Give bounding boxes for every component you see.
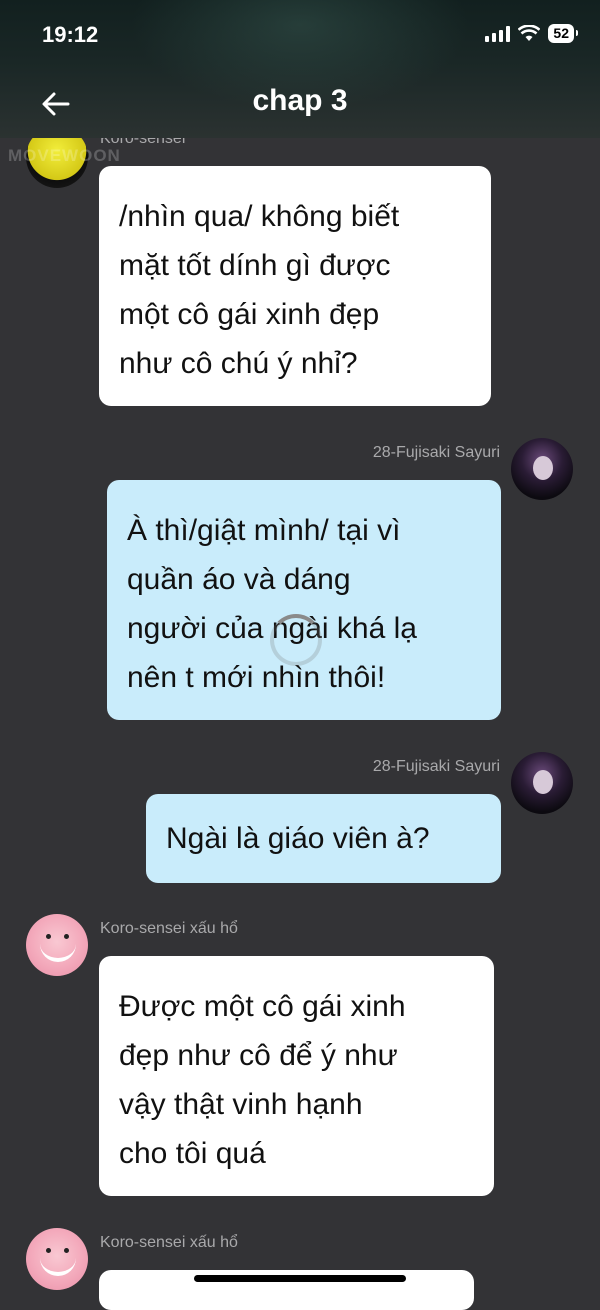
message-line: như cô chú ý nhỉ? bbox=[119, 347, 358, 380]
status-time: 19:12 bbox=[42, 22, 99, 47]
avatar-koro-sensei[interactable] bbox=[26, 914, 88, 976]
avatar-fujisaki-sayuri[interactable] bbox=[511, 438, 573, 500]
message-line: Được một cô gái xinh bbox=[119, 990, 406, 1023]
message-sender: 28-Fujisaki Sayuri bbox=[372, 758, 500, 775]
status-icons: 52 bbox=[485, 24, 578, 43]
chapter-title: chap 3 bbox=[252, 84, 348, 117]
message-line: À thì/giật mình/ tại vì bbox=[127, 514, 401, 547]
message-line: quần áo và dáng bbox=[127, 563, 351, 596]
home-indicator[interactable] bbox=[194, 1275, 406, 1282]
message-line: đẹp như cô để ý như bbox=[119, 1039, 398, 1072]
battery-indicator: 52 bbox=[548, 24, 578, 43]
message-line: cho tôi quá bbox=[119, 1137, 266, 1170]
message-line: vậy thật vinh hạnh bbox=[119, 1088, 363, 1121]
message-line: một cô gái xinh đẹp bbox=[119, 298, 380, 331]
wifi-icon bbox=[518, 25, 541, 41]
message-line: /nhìn qua/ không biết bbox=[119, 200, 400, 233]
message-line: nên t mới nhìn thôi! bbox=[127, 661, 386, 694]
message-sender: 28-Fujisaki Sayuri bbox=[372, 444, 500, 461]
cellular-signal-icon bbox=[485, 25, 511, 42]
message-bubble[interactable]: Ngài là giáo viên à? bbox=[146, 794, 501, 883]
loading-spinner-icon bbox=[270, 614, 322, 666]
message-sender: Koro-sensei xấu hổ bbox=[100, 920, 238, 937]
message-line: Ngài là giáo viên à? bbox=[166, 822, 430, 855]
message-bubble[interactable]: Được một cô gái xinh đẹp như cô để ý như… bbox=[99, 956, 494, 1196]
message-line: mặt tốt dính gì được bbox=[119, 249, 391, 282]
avatar-fujisaki-sayuri[interactable] bbox=[511, 752, 573, 814]
message-bubble[interactable]: À thì/giật mình/ tại vì quần áo và dáng … bbox=[107, 480, 501, 720]
watermark: MOVEWOON bbox=[8, 146, 121, 165]
message-sender: Koro-sensei xấu hổ bbox=[100, 1234, 238, 1251]
avatar-koro-sensei[interactable] bbox=[26, 1228, 88, 1290]
message-bubble[interactable]: /nhìn qua/ không biết mặt tốt dính gì đư… bbox=[99, 166, 491, 406]
chat-thread[interactable]: MOVEWOON Koro-sensei /nhìn qua/ không bi… bbox=[0, 0, 600, 1310]
